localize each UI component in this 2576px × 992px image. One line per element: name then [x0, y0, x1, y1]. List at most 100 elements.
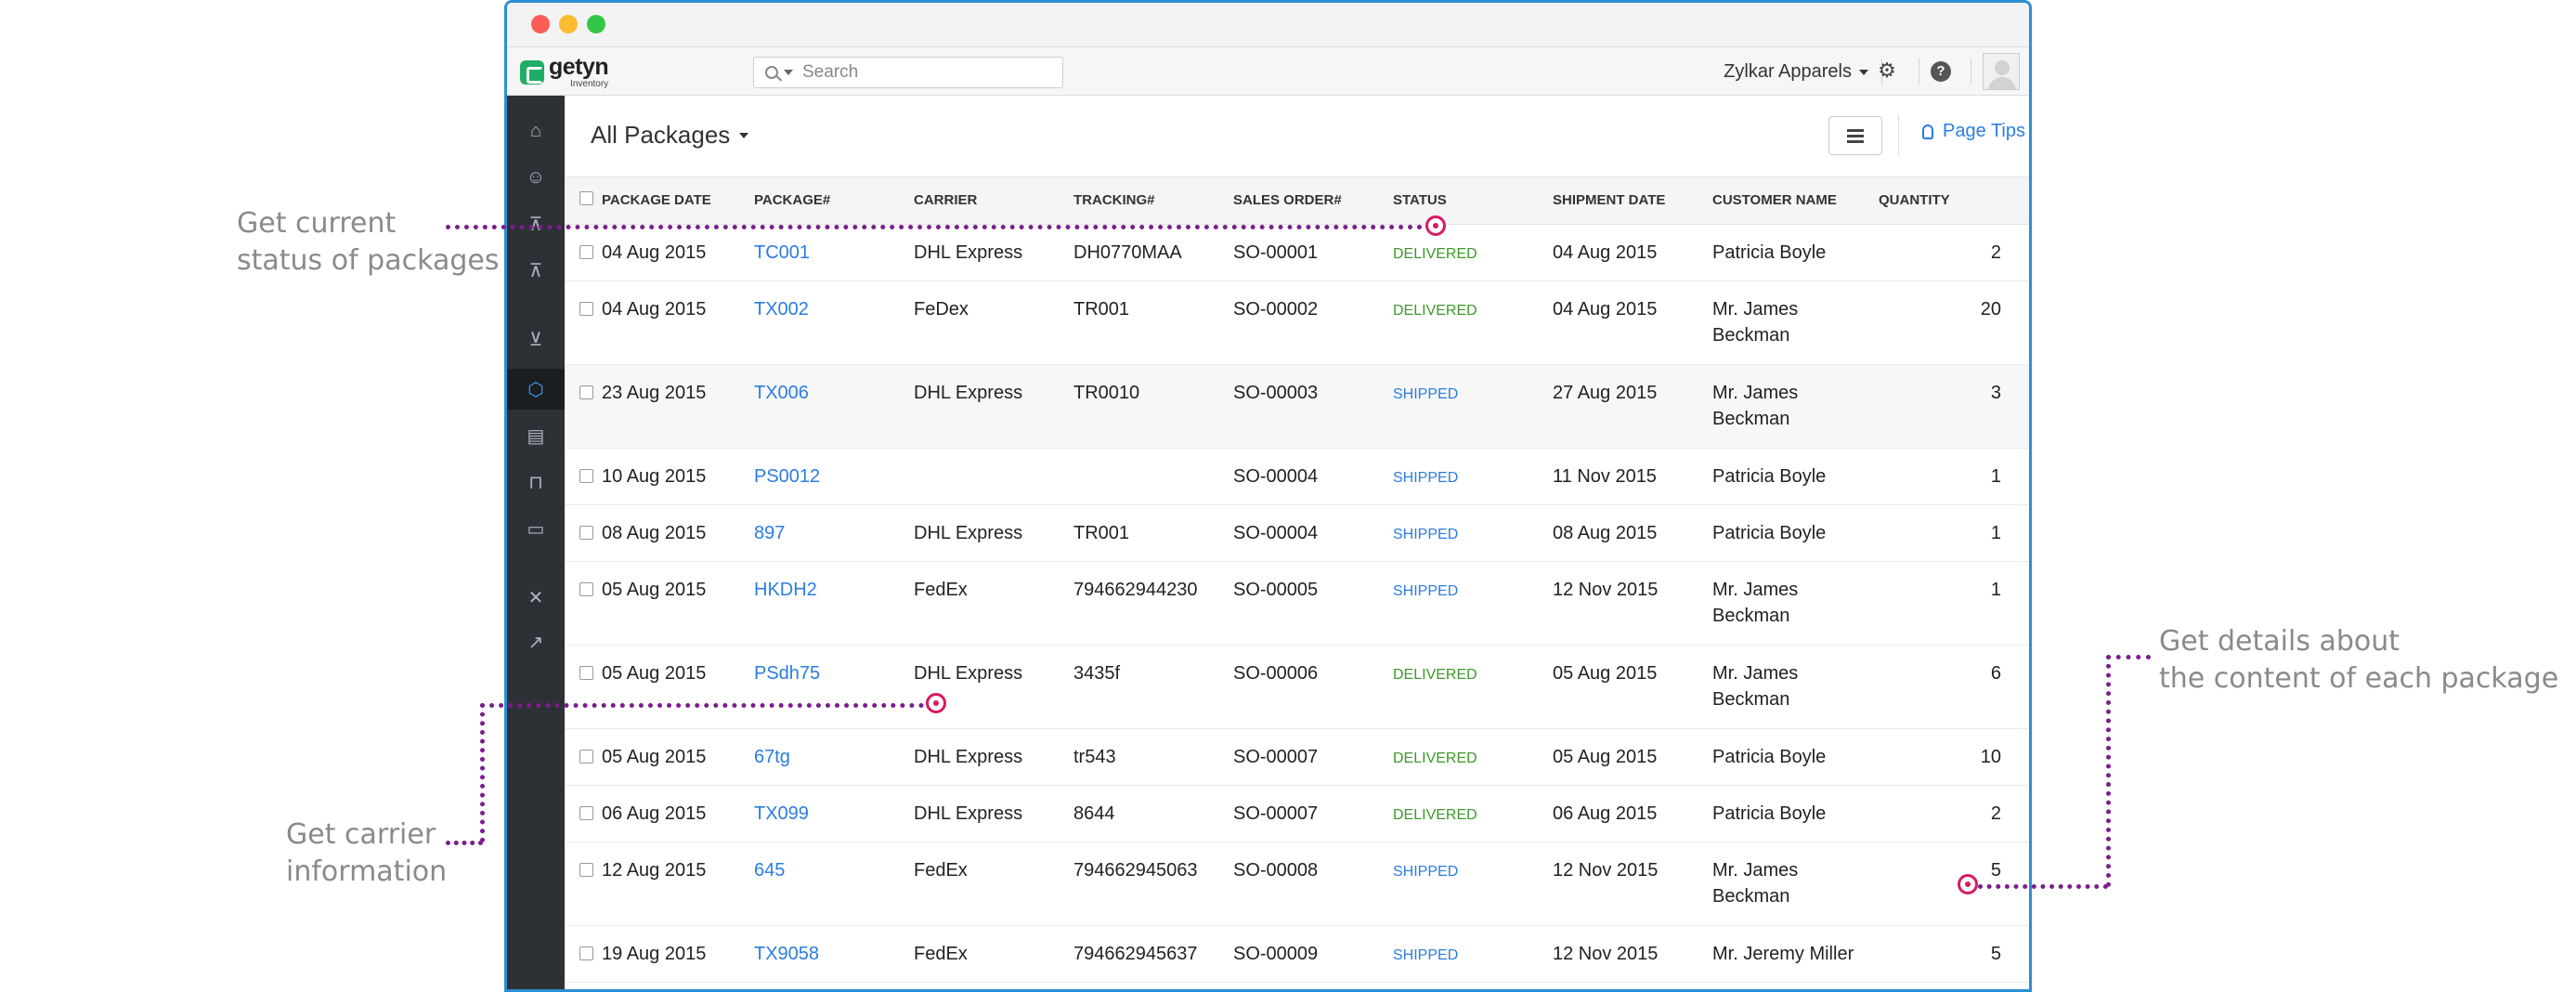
customer-name-line1: Patricia Boyle	[1712, 803, 1827, 824]
row-checkbox[interactable]	[579, 244, 593, 259]
row-select-cell	[565, 842, 594, 926]
column-header-carrier[interactable]: CARRIER	[914, 177, 1073, 225]
row-checkbox[interactable]	[579, 805, 593, 820]
organization-name: Zylkar Apparels	[1724, 61, 1852, 82]
table-row[interactable]: 06 Aug 2015 TX099 DHL Express 8644 SO-00007 D…	[565, 785, 2029, 842]
customer-name-line1: Mr. Jeremy Miller	[1712, 943, 1854, 964]
column-header-shipment-date[interactable]: SHIPMENT DATE	[1553, 177, 1712, 225]
row-select-cell	[565, 728, 594, 786]
reports-icon[interactable]: ↗	[507, 621, 565, 662]
customer-name-line1: Patricia Boyle	[1712, 522, 1827, 543]
home-icon[interactable]: ⌂	[507, 111, 565, 151]
help-icon[interactable]: ?	[1931, 61, 1951, 82]
row-checkbox[interactable]	[579, 468, 593, 483]
status-cell: SHIPPED	[1393, 842, 1553, 926]
row-checkbox[interactable]	[579, 525, 593, 540]
table-row[interactable]: 05 Aug 2015 67tg DHL Express tr543 SO-00007 D…	[565, 728, 2029, 786]
customer-name-line1: Patricia Boyle	[1712, 241, 1827, 263]
column-header-customer-name[interactable]: CUSTOMER NAME	[1712, 177, 1875, 225]
hamburger-icon	[1847, 128, 1864, 132]
sales-order-cell: SO-00002	[1233, 281, 1393, 365]
view-selector[interactable]: All Packages	[591, 121, 749, 150]
search-placeholder: Search	[802, 62, 859, 82]
bag-icon[interactable]: ⊓	[507, 462, 565, 503]
package-link[interactable]: 897	[754, 523, 785, 543]
table-row[interactable]: 05 Aug 2015 PSdh75 DHL Express 3435f SO-0000…	[565, 645, 2029, 729]
package-link[interactable]: PSdh75	[754, 663, 820, 684]
title-bar	[507, 3, 2029, 47]
status-cell: SHIPPED	[1393, 561, 1553, 646]
maximize-window-button[interactable]	[587, 15, 605, 33]
customer-name-cell: Patricia Boyle	[1712, 728, 1875, 786]
table-row[interactable]: 19 Aug 2015 TX9058 FedEx 794662945637 SO-000…	[565, 925, 2029, 983]
bills-icon[interactable]: ▭	[507, 508, 565, 549]
annotation-carrier-connector-short	[446, 841, 483, 845]
package-link[interactable]: TX006	[754, 383, 809, 403]
table-row[interactable]: 12 Aug 2015 645 FedEx 794662945063 SO-00008 S…	[565, 842, 2029, 926]
table-row[interactable]: 23 Aug 2015 TX006 DHL Express TR0010 SO-0000…	[565, 364, 2029, 449]
items-icon[interactable]: ⊼	[507, 203, 565, 244]
annotation-status-marker	[1425, 215, 1446, 236]
package-link[interactable]: TX9058	[754, 944, 819, 964]
package-link[interactable]: PS0012	[754, 466, 820, 487]
status-cell: SHIPPED	[1393, 925, 1553, 983]
tracking-number-cell: 794662945063	[1073, 842, 1233, 926]
select-all-checkbox[interactable]	[579, 191, 593, 206]
row-checkbox[interactable]	[579, 749, 593, 764]
avatar[interactable]	[1983, 53, 2020, 90]
package-link[interactable]: TX099	[754, 803, 809, 824]
status-badge: SHIPPED	[1393, 469, 1459, 486]
close-window-button[interactable]	[531, 15, 550, 33]
column-header-tracking-number[interactable]: TRACKING#	[1073, 177, 1233, 225]
customer-name-line1: Mr. James	[1712, 298, 1799, 320]
annotation-details-connector-vertical	[2106, 655, 2111, 887]
package-icon[interactable]: ⬡	[507, 369, 565, 410]
basket-icon[interactable]: ⊼	[507, 250, 565, 291]
package-date-cell: 04 Aug 2015	[594, 224, 754, 281]
row-checkbox[interactable]	[579, 946, 593, 960]
table-row[interactable]: 05 Aug 2015 HKDH2 FedEx 794662944230 SO-0000…	[565, 561, 2029, 646]
search-input[interactable]: Search	[753, 57, 1063, 88]
package-link[interactable]: HKDH2	[754, 580, 817, 600]
package-link[interactable]: TC001	[754, 242, 810, 263]
page-tips-link[interactable]: Page Tips	[1922, 121, 2025, 142]
organization-switcher[interactable]: Zylkar Apparels	[1724, 61, 1868, 83]
sales-order-cell: SO-00006	[1233, 645, 1393, 729]
annotation-carrier-connector-vertical	[480, 703, 485, 842]
quantity-cell: 10	[1875, 728, 2029, 786]
row-checkbox[interactable]	[579, 301, 593, 316]
tracking-number-cell: 8644	[1073, 785, 1233, 842]
row-checkbox[interactable]	[579, 581, 593, 596]
column-header-status[interactable]: STATUS	[1393, 177, 1553, 225]
table-row[interactable]: 10 Aug 2015 PS0012 SO-00004 SHIPPED 11 Nov 2…	[565, 448, 2029, 505]
table-row[interactable]: 04 Aug 2015 TX002 FeDex TR001 SO-00002 DELIVE…	[565, 281, 2029, 365]
menu-button[interactable]	[1828, 116, 1882, 155]
invoice-icon[interactable]: ▤	[507, 415, 565, 456]
column-header-package-date[interactable]: PACKAGE DATE	[594, 177, 754, 225]
search-icon	[765, 66, 778, 79]
logo[interactable]: getyn Inventory	[520, 56, 609, 89]
column-header-quantity[interactable]: QUANTITY	[1875, 177, 2029, 225]
tools-icon[interactable]: ✕	[507, 577, 565, 618]
package-number-cell: HKDH2	[754, 561, 914, 646]
table-row[interactable]: 04 Aug 2015 TC001 DHL Express DH0770MAA SO-0…	[565, 224, 2029, 281]
cart-icon[interactable]: ⊻	[507, 319, 565, 359]
shipment-date-cell: 12 Nov 2015	[1553, 842, 1712, 926]
quantity-cell: 1	[1875, 561, 2029, 646]
select-all-cell	[565, 177, 594, 225]
column-header-package-number[interactable]: PACKAGE#	[754, 177, 914, 225]
package-link[interactable]: TX002	[754, 299, 809, 320]
package-link[interactable]: 645	[754, 860, 785, 881]
row-checkbox[interactable]	[579, 665, 593, 680]
carrier-cell: DHL Express	[914, 504, 1073, 562]
row-checkbox[interactable]	[579, 385, 593, 399]
package-link[interactable]: 67tg	[754, 747, 790, 767]
gear-icon[interactable]: ⚙	[1877, 60, 1897, 81]
row-checkbox[interactable]	[579, 862, 593, 877]
table-row[interactable]: 08 Aug 2015 897 DHL Express TR001 SO-00004 SH…	[565, 504, 2029, 562]
minimize-window-button[interactable]	[559, 15, 578, 33]
carrier-cell: DHL Express	[914, 224, 1073, 281]
column-header-sales-order[interactable]: SALES ORDER#	[1233, 177, 1393, 225]
contacts-icon[interactable]: ☺	[507, 157, 565, 198]
chevron-down-icon[interactable]	[784, 70, 793, 75]
